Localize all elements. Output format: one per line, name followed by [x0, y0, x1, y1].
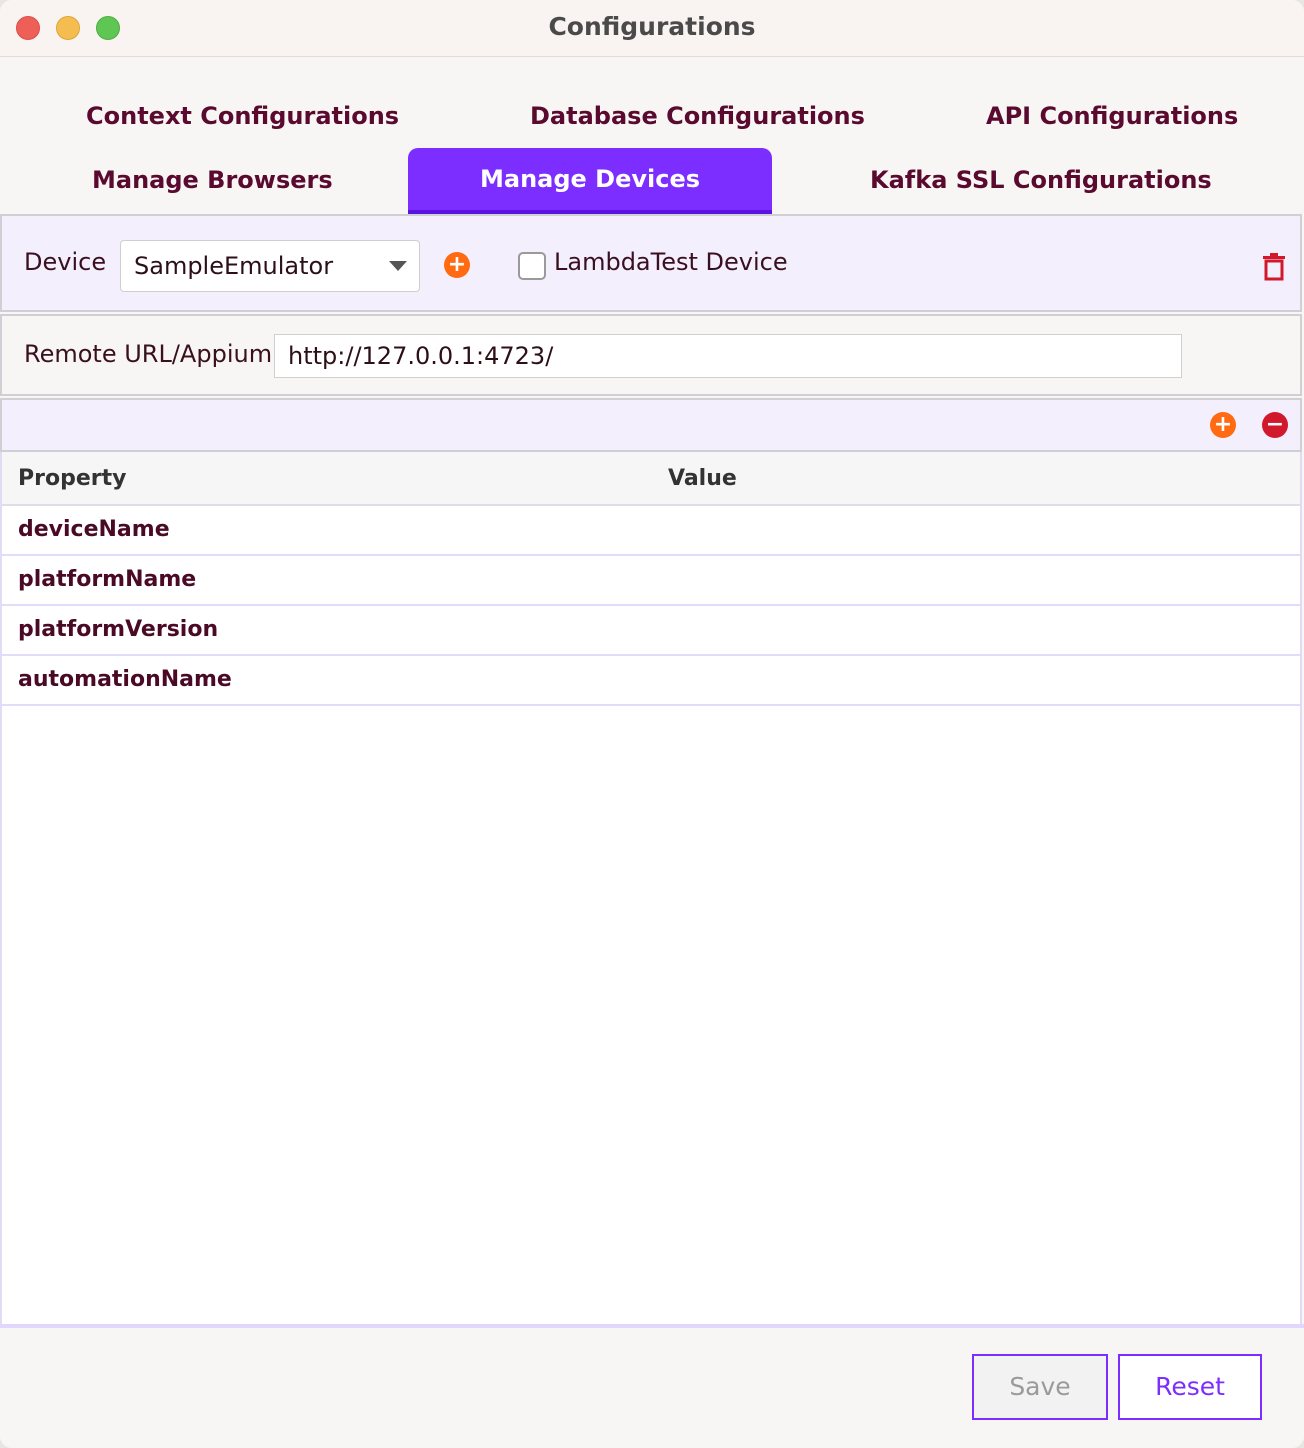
reset-button[interactable]: Reset	[1118, 1354, 1262, 1420]
plus-icon: +	[447, 252, 467, 277]
lambdatest-device-checkbox[interactable]	[518, 252, 546, 280]
property-cell: platformName	[18, 567, 197, 592]
remote-url-label: Remote URL/Appium	[24, 340, 273, 368]
plus-icon: +	[1213, 412, 1233, 437]
table-row[interactable]: automationName	[2, 656, 1300, 706]
footer: Save Reset	[0, 1328, 1304, 1448]
chevron-down-icon	[389, 261, 407, 271]
property-cell: automationName	[18, 667, 232, 692]
device-panel: Device SampleEmulator + LambdaTest Devic…	[0, 214, 1302, 312]
remote-url-input[interactable]: http://127.0.0.1:4723/	[274, 334, 1182, 378]
tab-api-configurations[interactable]: API Configurations	[986, 84, 1238, 148]
device-label: Device	[24, 248, 107, 276]
property-cell: platformVersion	[18, 617, 219, 642]
configurations-window: Configurations Context Configurations Da…	[0, 0, 1304, 1448]
add-capability-button[interactable]: +	[1210, 412, 1236, 438]
remote-url-panel: Remote URL/Appium http://127.0.0.1:4723/	[0, 314, 1302, 396]
table-row[interactable]: platformVersion	[2, 606, 1300, 656]
delete-device-button[interactable]	[1260, 252, 1288, 282]
property-cell: deviceName	[18, 517, 170, 542]
value-column-header[interactable]: Value	[668, 452, 737, 506]
trash-icon	[1263, 253, 1285, 281]
save-button[interactable]: Save	[972, 1354, 1108, 1420]
remote-url-value: http://127.0.0.1:4723/	[288, 342, 554, 370]
tab-database-configurations[interactable]: Database Configurations	[530, 84, 865, 148]
property-column-header[interactable]: Property	[18, 452, 126, 506]
tab-context-configurations[interactable]: Context Configurations	[86, 84, 399, 148]
device-select-value: SampleEmulator	[134, 252, 334, 280]
remove-capability-button[interactable]: −	[1262, 412, 1288, 438]
tab-manage-browsers[interactable]: Manage Browsers	[92, 148, 333, 212]
minus-icon: −	[1265, 412, 1285, 437]
capabilities-toolbar: + −	[0, 398, 1302, 452]
table-header: Property Value	[2, 452, 1300, 506]
device-select[interactable]: SampleEmulator	[120, 240, 420, 292]
lambdatest-device-label: LambdaTest Device	[554, 248, 788, 276]
capabilities-table: Property Value deviceName platformName p…	[0, 452, 1302, 1326]
table-row[interactable]: platformName	[2, 556, 1300, 606]
tab-manage-devices[interactable]: Manage Devices	[408, 148, 772, 214]
table-row[interactable]: deviceName	[2, 506, 1300, 556]
add-device-button[interactable]: +	[444, 252, 470, 278]
window-title: Configurations	[548, 12, 756, 41]
tab-kafka-ssl-configurations[interactable]: Kafka SSL Configurations	[870, 148, 1212, 212]
title-bar: Configurations	[0, 0, 1304, 57]
